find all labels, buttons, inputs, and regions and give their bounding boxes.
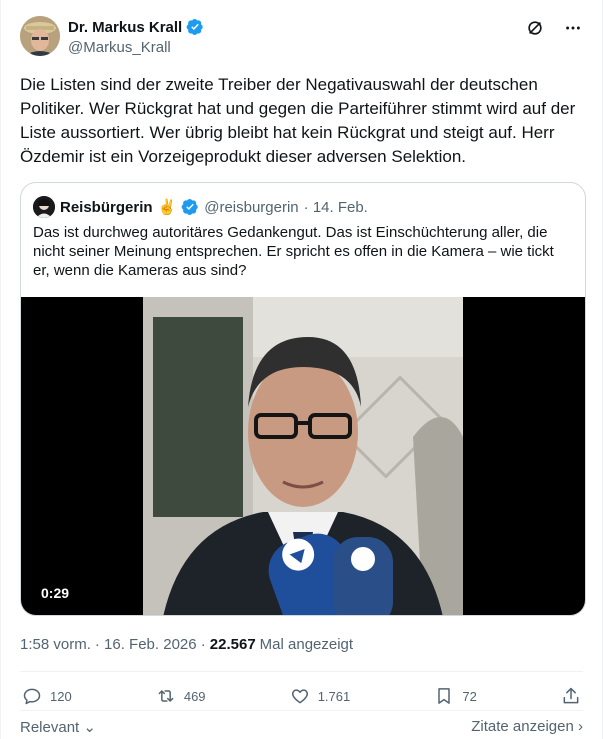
repost-icon [158, 690, 174, 702]
sort-dropdown[interactable]: Relevant ⌄ [20, 718, 96, 736]
quoted-author-name: Reisbürgerin [60, 198, 153, 216]
tweet-header: Dr. Markus Krall @Markus_Krall [20, 16, 583, 60]
quoted-tweet-date: · 14. Feb. [303, 198, 368, 216]
quoted-tweet-text: Das ist durchweg autoritäres Gedankengut… [33, 224, 554, 279]
reply-count: 120 [50, 688, 72, 704]
tweet-time[interactable]: 1:58 vorm. [20, 636, 91, 653]
share-icon [563, 687, 579, 704]
grok-icon[interactable] [525, 18, 545, 38]
sort-label: Relevant [20, 719, 80, 736]
quoted-author-avatar [33, 196, 55, 218]
reply-button[interactable]: 120 [22, 686, 72, 706]
view-quotes-label: Zitate anzeigen [471, 718, 574, 735]
quoted-tweet[interactable]: Reisbürgerin ✌️ @reisburgerin · 14. Feb.… [20, 182, 586, 616]
view-count: 22.567 [209, 636, 256, 653]
video-thumbnail [143, 297, 463, 615]
heart-icon [291, 689, 308, 704]
quoted-verified-badge-icon [181, 198, 199, 216]
view-quotes-link[interactable]: Zitate anzeigen › [471, 718, 583, 735]
reply-icon [23, 688, 41, 705]
action-bar: 120 469 1.761 72 [22, 685, 581, 707]
chevron-down-icon: ⌄ [83, 719, 96, 736]
tweet-meta: 1:58 vorm. · 16. Feb. 2026 · 22.567 Mal … [20, 636, 353, 653]
quoted-author-handle: @reisburgerin [204, 198, 299, 216]
header-icons [525, 18, 583, 38]
divider-top [20, 671, 583, 672]
like-count: 1.761 [317, 688, 351, 704]
bookmark-icon [438, 688, 451, 704]
author-names: Dr. Markus Krall @Markus_Krall [68, 18, 204, 56]
share-button[interactable] [561, 686, 581, 706]
quoted-video[interactable]: 0:29 [21, 297, 585, 615]
tweet-date[interactable]: · 16. Feb. 2026 · [95, 636, 206, 653]
author-display-name[interactable]: Dr. Markus Krall [68, 19, 182, 36]
verified-badge-icon [186, 18, 204, 36]
quoted-author-emoji: ✌️ [157, 199, 177, 216]
video-duration: 0:29 [41, 585, 70, 601]
bookmark-button[interactable]: 72 [434, 686, 477, 706]
author-avatar[interactable] [20, 16, 60, 56]
tweet-text: Die Listen sind der zweite Treiber der N… [20, 75, 576, 166]
chevron-right-icon: › [578, 718, 583, 735]
like-button[interactable]: 1.761 [290, 686, 351, 706]
divider-bottom [20, 710, 583, 711]
reply-sort-bar: Relevant ⌄ Zitate anzeigen › [20, 718, 583, 738]
author-handle[interactable]: @Markus_Krall [68, 39, 204, 56]
quoted-tweet-header: Reisbürgerin ✌️ @reisburgerin · 14. Feb. [33, 196, 368, 218]
more-options-icon[interactable] [563, 18, 583, 38]
bookmark-count: 72 [462, 688, 477, 704]
repost-button[interactable]: 469 [156, 686, 206, 706]
repost-count: 469 [183, 688, 206, 704]
view-count-label: Mal angezeigt [259, 636, 354, 653]
